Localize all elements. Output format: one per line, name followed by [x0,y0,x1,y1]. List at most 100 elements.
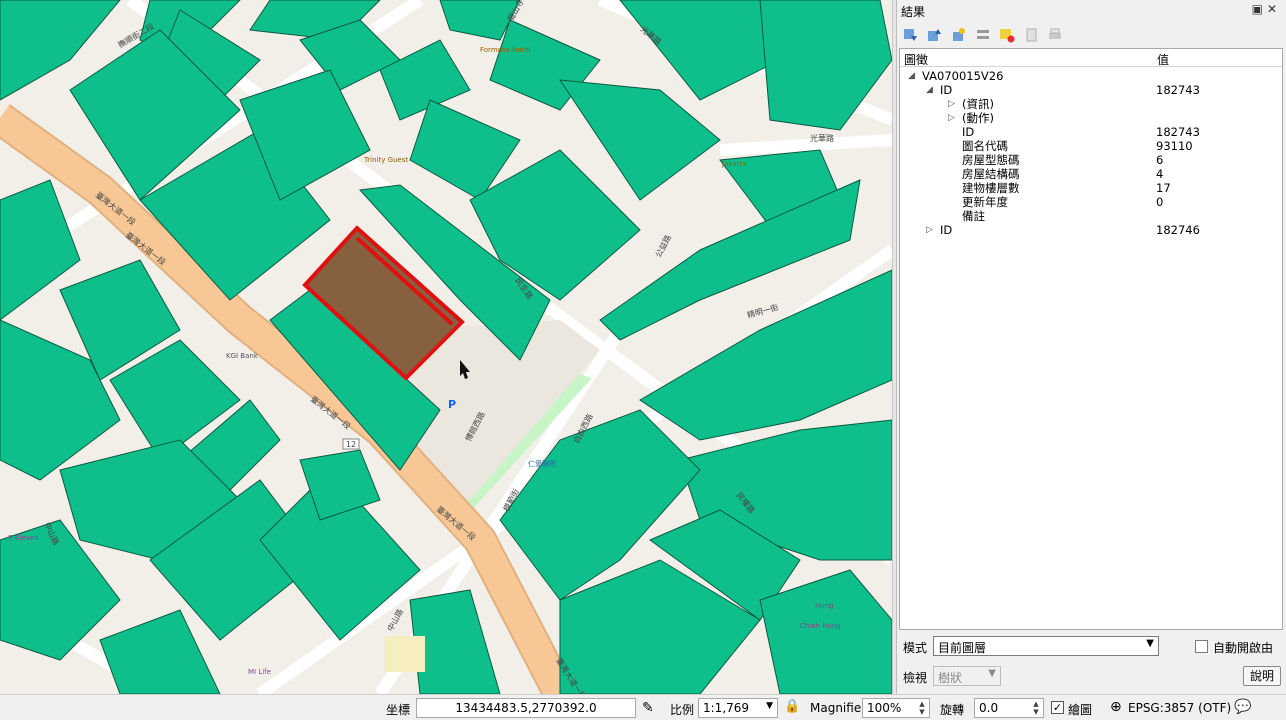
tree-row-key: (資訊) [962,97,994,111]
tree-row-key: ID [940,223,953,237]
map-canvas[interactable]: 12 P 撫順街二段 龍山寺 光華路 臺灣大道一段 臺灣大道一段 臺灣大道一段 … [0,0,892,694]
tree-row[interactable]: ▷ (資訊) [900,97,1282,111]
auto-open-checkbox[interactable] [1195,640,1208,653]
tree-row[interactable]: 更新年度 0 [900,195,1282,209]
scale-label: 比例 [670,703,695,717]
expand-all-button[interactable] [901,25,921,45]
tree-row-key: 備註 [962,209,985,223]
coord-label: 坐標 [386,703,411,717]
copy-button[interactable] [1021,25,1041,45]
render-label: 繪圖 [1068,703,1093,717]
tree-row-key: 更新年度 [962,195,1008,209]
view-label: 檢視 [903,671,928,685]
identify-results-panel: 結果 ▣✕ 圖徵 值 ◢ VA070015V26 ◢ ID 182743 ▷ (… [896,0,1286,694]
tree-row-key: 房屋型態碼 [962,153,1020,167]
layer-name: VA070015V26 [922,69,1004,83]
rotation-value: 0.0 [979,701,999,715]
mode-select[interactable]: 目前圖層 ▼ [933,636,1159,656]
tree-row-key: 房屋結構碼 [962,167,1020,181]
crs-label[interactable]: EPSG:3857 (OTF) [1128,701,1231,715]
tree-row[interactable]: ▷ (動作) [900,111,1282,125]
print-button[interactable] [1045,25,1065,45]
tree-row-value: 182743 [1156,125,1200,139]
tree-row-key: 建物樓層數 [962,181,1020,195]
poi-bus-stop: 仁愛醫院 [528,459,556,468]
poi-cafe: Trinity Guest [363,156,408,164]
close-icon[interactable]: ✕ [1267,2,1281,16]
magnifier-field[interactable]: 100% ▲ ▼ [862,698,930,718]
crs-icon[interactable]: ⊕ [1110,699,1122,715]
tree-row[interactable]: 備註 [900,209,1282,223]
tree-row[interactable]: ▷ ID 182746 [900,223,1282,237]
mode-label: 模式 [903,641,928,655]
tree-row[interactable]: 房屋結構碼 4 [900,167,1282,181]
view-value: 樹狀 [938,671,963,685]
tree-rows: ◢ ID 182743 ▷ (資訊) ▷ (動作) ID 182743 圖名代碼 93110 房屋型態… [900,83,1282,237]
label-road-far-right: 光華路 [810,133,834,143]
tree-row-key: 圖名代碼 [962,139,1008,153]
tree-row[interactable]: 建物樓層數 17 [900,181,1282,195]
clear-icon [1000,29,1015,43]
poi-seven: 7-Eleven [8,534,39,542]
expanded-arrow-icon[interactable]: ◢ [908,69,915,83]
view-row: 檢視 樹狀 ▼ 說明 [901,666,1285,688]
expand-new-button[interactable] [949,25,969,45]
collapsed-arrow-icon[interactable]: ▷ [926,223,933,237]
deselect-button[interactable] [973,25,993,45]
poi-kgi: KGI Bank [226,352,259,360]
lock-icon[interactable]: 🔒 [784,699,800,714]
spin-arrows-icon[interactable]: ▲ ▼ [916,700,928,716]
tree-row-value: 4 [1156,167,1164,181]
tree-row[interactable]: 圖名代碼 93110 [900,139,1282,153]
results-toolbar [901,24,1065,46]
tree-row-value: 0 [1156,195,1164,209]
magnifier-label: Magnifier [810,701,867,715]
poi-mitsuba: MI Life [248,668,271,676]
expand-all-icon [904,29,917,41]
rotation-label: 旋轉 [940,703,965,717]
float-icon[interactable]: ▣ [1252,2,1267,16]
tree-header: 圖徵 值 [900,49,1282,67]
chevron-down-icon: ▼ [766,701,773,711]
collapse-all-button[interactable] [925,25,945,45]
scale-combo[interactable]: 1:1,769 ▼ [698,698,778,718]
tree-row-key: ID [940,83,953,97]
spin-arrows-icon[interactable]: ▲ ▼ [1030,700,1042,716]
copy-icon [1026,28,1037,42]
status-bar: 坐標 13434483.5,2770392.0 ✎ 比例 1:1,769 ▼ 🔒… [0,694,1286,720]
chevron-down-icon: ▼ [1146,638,1154,649]
panel-title: 結果 [901,5,926,19]
qgis-window: 12 P 撫順街二段 龍山寺 光華路 臺灣大道一段 臺灣大道一段 臺灣大道一段 … [0,0,1286,720]
panel-titlebar: 結果 ▣✕ [897,0,1286,20]
help-button[interactable]: 說明 [1243,666,1281,686]
collapsed-arrow-icon[interactable]: ▷ [948,111,955,125]
tree-body: ◢ VA070015V26 ◢ ID 182743 ▷ (資訊) ▷ (動作) ID 18274… [900,67,1282,237]
mode-value: 目前圖層 [938,641,987,655]
messages-icon[interactable]: 💬 [1234,699,1251,715]
deselect-icon [977,30,989,39]
rotation-field[interactable]: 0.0 ▲ ▼ [974,698,1044,718]
expanded-arrow-icon[interactable]: ◢ [926,83,933,97]
map-svg[interactable]: 12 P 撫順街二段 龍山寺 光華路 臺灣大道一段 臺灣大道一段 臺灣大道一段 … [0,0,892,694]
view-select[interactable]: 樹狀 ▼ [933,666,1001,686]
results-tree[interactable]: 圖徵 值 ◢ VA070015V26 ◢ ID 182743 ▷ (資訊) ▷ (動作) ID… [899,48,1283,630]
coord-field[interactable]: 13434483.5,2770392.0 [416,698,636,718]
auto-open-label: 自動開啟由 [1213,641,1274,655]
tree-row-value: 93110 [1156,139,1193,153]
print-icon [1049,28,1061,39]
coord-toggle-icon[interactable]: ✎ [642,700,654,716]
tree-layer-row[interactable]: ◢ VA070015V26 [900,69,1282,83]
chevron-down-icon: ▼ [988,668,996,679]
tree-row[interactable]: ID 182743 [900,125,1282,139]
poi-hung: Hung [815,602,834,610]
scale-value: 1:1,769 [703,701,750,715]
tree-row-key: ID [962,125,975,139]
clear-button[interactable] [997,25,1017,45]
collapsed-arrow-icon[interactable]: ▷ [948,97,955,111]
render-checkbox[interactable]: ✓ [1051,701,1064,714]
column-value[interactable]: 值 [1157,51,1169,68]
tree-row[interactable]: ◢ ID 182743 [900,83,1282,97]
tree-row[interactable]: 房屋型態碼 6 [900,153,1282,167]
poi-hotel: Formosa Hotel [480,46,531,54]
column-feature[interactable]: 圖徵 [904,51,928,68]
